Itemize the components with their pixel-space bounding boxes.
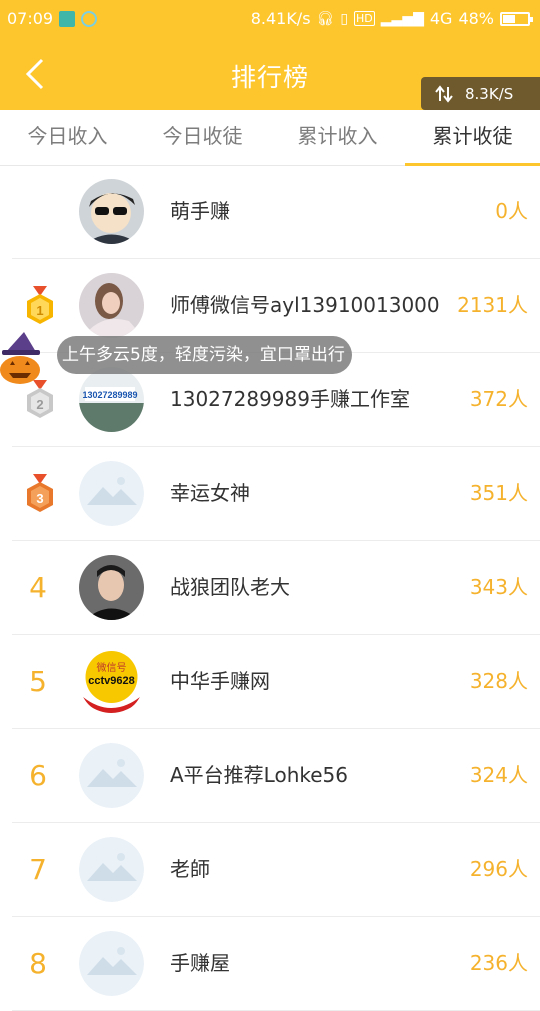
medal-rank: 2: [36, 397, 43, 412]
bronze-medal-icon: 3: [27, 474, 53, 512]
ranking-list: 萌手赚 0人 1 师傅微信号ayl13910013000 2131人 2 130…: [0, 165, 540, 1011]
placeholder-image-icon: [79, 743, 144, 808]
weather-toast[interactable]: 上午多云5度，轻度污染，宜口罩出行: [57, 336, 352, 374]
speed-value: 8.3K/S: [465, 84, 514, 103]
headphones-icon: 🎧︎: [316, 10, 335, 27]
list-item[interactable]: 萌手赚 0人: [12, 165, 540, 259]
battery-percent: 48%: [458, 9, 494, 28]
apprentice-count: 324人: [469, 763, 528, 787]
user-name: A平台推荐Lohke56: [170, 763, 349, 787]
tab-bar: 今日收入 今日收徒 累计收入 累计收徒: [0, 110, 540, 166]
screenshot-notification-icon: [59, 10, 76, 27]
user-name: 中华手赚网: [170, 669, 270, 693]
list-item[interactable]: 3 幸运女神 351人: [12, 447, 540, 541]
apprentice-count: 0人: [495, 199, 528, 223]
placeholder-image-icon: [79, 931, 144, 996]
rank-number: 4: [29, 571, 47, 604]
status-time: 07:09: [7, 9, 54, 28]
net-speed: 8.41K/s: [250, 9, 311, 28]
hd-icon: HD: [354, 11, 375, 26]
avatar-caption: 13027289989: [82, 390, 137, 400]
user-name: 老師: [170, 857, 210, 881]
placeholder-image-icon: [79, 837, 144, 902]
list-item[interactable]: 8 手赚屋 236人: [12, 917, 540, 1011]
list-item[interactable]: 5 微信号 cctv9628 中华手赚网 328人: [12, 635, 540, 729]
rank-number: 7: [29, 853, 47, 886]
apprentice-count: 343人: [469, 575, 528, 599]
user-name: 手赚屋: [170, 951, 230, 975]
avatar-caption: 微信号: [97, 661, 127, 674]
apprentice-count: 296人: [469, 857, 528, 881]
apprentice-count: 2131人: [457, 293, 528, 317]
rank-number: 8: [29, 947, 47, 980]
sync-notification-icon: [81, 10, 98, 27]
transfer-arrows-icon: [435, 84, 453, 103]
silver-medal-icon: 2: [27, 380, 53, 418]
tab-today-income[interactable]: 今日收入: [0, 110, 135, 165]
tab-total-income[interactable]: 累计收入: [270, 110, 405, 165]
user-name: 幸运女神: [170, 481, 250, 505]
avatar-caption: cctv9628: [88, 675, 135, 687]
avatar: [79, 179, 144, 244]
avatar: [79, 273, 144, 338]
battery-icon: [500, 11, 533, 26]
placeholder-image-icon: [79, 461, 144, 526]
apprentice-count: 328人: [469, 669, 528, 693]
list-item[interactable]: 4 战狼团队老大 343人: [12, 541, 540, 635]
speed-badge: 8.3K/S: [421, 77, 540, 110]
user-name: 萌手赚: [170, 199, 230, 223]
user-name: 战狼团队老大: [170, 575, 290, 599]
pumpkin-icon[interactable]: [0, 328, 44, 384]
list-item[interactable]: 7 老師 296人: [12, 823, 540, 917]
rank-number: 5: [29, 665, 47, 698]
gold-medal-icon: 1: [27, 286, 53, 324]
list-item[interactable]: 6 A平台推荐Lohke56 324人: [12, 729, 540, 823]
avatar: 13027289989: [79, 367, 144, 432]
signal-icon: ▂▃▅▇: [380, 10, 424, 27]
apprentice-count: 351人: [469, 481, 528, 505]
app-header: 排行榜 8.3K/S: [0, 38, 540, 110]
rank-number: 6: [29, 759, 47, 792]
medal-rank: 3: [36, 491, 43, 506]
status-bar: 07:09 8.41K/s 🎧︎ ▯ HD ▂▃▅▇ 4G 48%: [0, 0, 540, 38]
vibrate-icon: ▯: [340, 10, 349, 27]
tab-today-apprentices[interactable]: 今日收徒: [135, 110, 270, 165]
avatar: 微信号 cctv9628: [79, 649, 144, 714]
avatar: [79, 555, 144, 620]
network-type: 4G: [429, 9, 453, 28]
apprentice-count: 236人: [469, 951, 528, 975]
medal-rank: 1: [36, 303, 43, 318]
apprentice-count: 372人: [469, 387, 528, 411]
tab-total-apprentices[interactable]: 累计收徒: [405, 110, 540, 166]
